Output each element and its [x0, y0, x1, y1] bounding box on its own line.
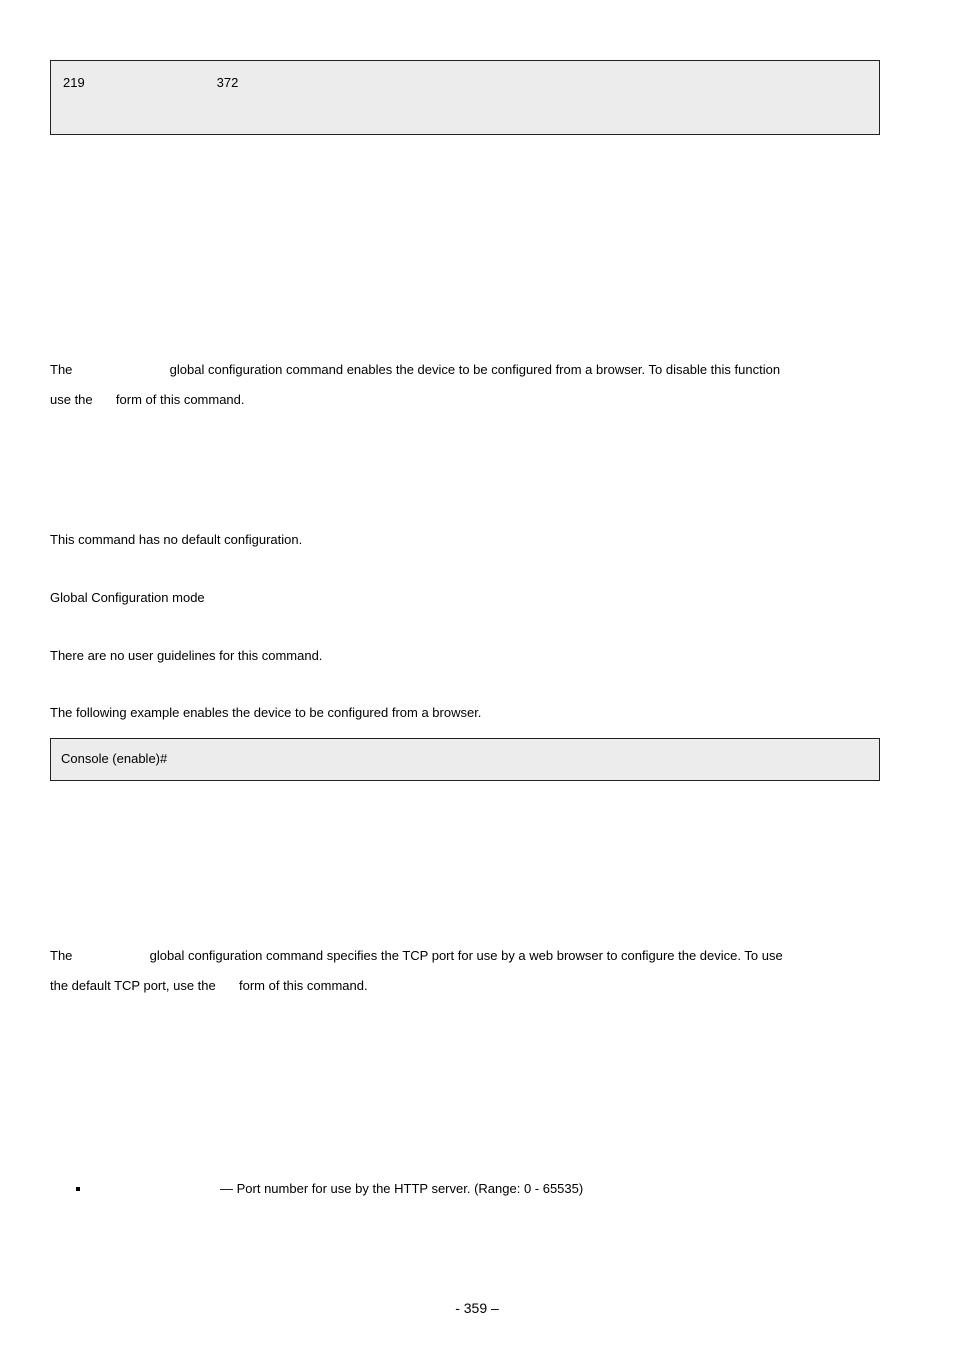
bullet-row: — Port number for use by the HTTP server… [76, 1181, 904, 1196]
text-line2: form of this command. [116, 392, 245, 407]
example-intro: The following example enables the device… [50, 698, 910, 728]
code-text: Console (enable)# [61, 751, 167, 766]
text-default-tcp: the default TCP port, use the [50, 978, 216, 993]
intro-paragraph-1: The global configuration command enables… [50, 355, 910, 415]
text-line1-2: global configuration command specifies t… [150, 948, 783, 963]
page-number: - 359 – [0, 1300, 954, 1316]
text-the-2: The [50, 948, 72, 963]
text-line1: global configuration command enables the… [170, 362, 780, 377]
default-config-text: This command has no default configuratio… [50, 525, 910, 555]
code-box-top: 219 372 [50, 60, 880, 135]
guidelines-text: There are no user guidelines for this co… [50, 641, 910, 671]
bullet-text: — Port number for use by the HTTP server… [220, 1181, 583, 1196]
value-372: 372 [217, 75, 239, 90]
mode-text: Global Configuration mode [50, 583, 910, 613]
text-line2-2: form of this command. [239, 978, 368, 993]
intro-paragraph-2: The global configuration command specifi… [50, 941, 910, 1001]
value-219: 219 [63, 75, 213, 90]
code-box-example: Console (enable)# [50, 738, 880, 781]
text-the: The [50, 362, 72, 377]
text-usethe: use the [50, 392, 93, 407]
bullet-icon [76, 1187, 80, 1191]
